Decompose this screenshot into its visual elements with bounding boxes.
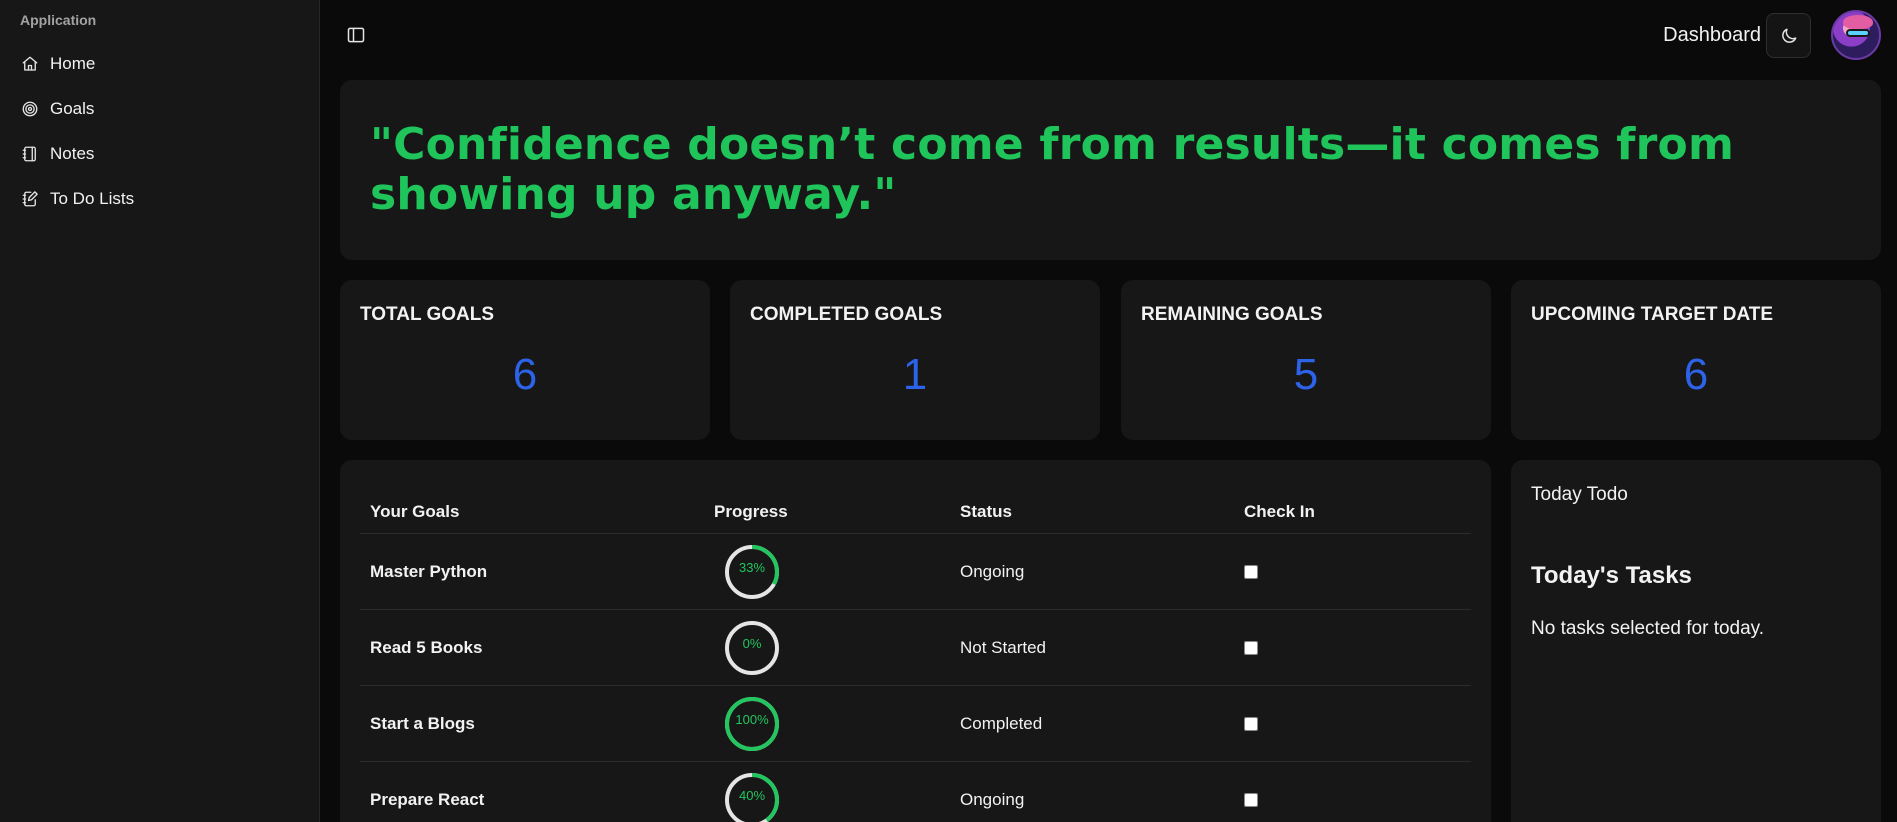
todays-tasks-heading: Today's Tasks (1531, 562, 1692, 589)
sidebar-nav: Home Goals Notes To Do Lists (8, 41, 312, 221)
progress-label: 33% (738, 560, 766, 575)
goal-name: Start a Blogs (370, 713, 475, 733)
stat-card-total-goals: TOTAL GOALS 6 (340, 280, 710, 440)
table-row[interactable]: Master Python 33% Ongoing (360, 534, 1471, 610)
table-row[interactable]: Prepare React 40% Ongoing (360, 762, 1471, 822)
goal-status: Not Started (960, 637, 1046, 657)
progress-ring: 100% (724, 696, 780, 752)
stat-value: 6 (1683, 350, 1709, 399)
home-icon (20, 54, 40, 74)
notebook-icon (20, 144, 40, 164)
progress-ring: 0% (724, 620, 780, 676)
sidebar-group-label: Application (20, 12, 97, 28)
empty-tasks-message: No tasks selected for today. (1531, 618, 1765, 639)
progress-label: 0% (742, 636, 762, 651)
notebook-pen-icon (20, 189, 40, 209)
check-in-checkbox[interactable] (1244, 640, 1258, 655)
stat-card-remaining-goals: REMAINING GOALS 5 (1121, 280, 1491, 440)
column-header-progress: Progress (714, 501, 788, 521)
sidebar-item-label: Notes (50, 143, 95, 163)
sidebar-item-todo-lists[interactable]: To Do Lists (8, 176, 312, 221)
stat-value: 1 (902, 350, 928, 399)
column-header-status: Status (960, 501, 1012, 521)
goals-table: Your Goals Progress Status Check In Mast… (360, 490, 1471, 822)
stat-title: COMPLETED GOALS (750, 304, 943, 325)
goal-status: Completed (960, 713, 1043, 733)
table-row[interactable]: Start a Blogs 100% Completed (360, 686, 1471, 762)
quote-card: "Confidence doesn’t come from results—it… (340, 80, 1881, 260)
goal-status: Ongoing (960, 561, 1025, 581)
progress-ring: 40% (724, 772, 780, 822)
sidebar-item-goals[interactable]: Goals (8, 86, 312, 131)
goal-name: Read 5 Books (370, 637, 483, 657)
sidebar-item-home[interactable]: Home (8, 41, 312, 86)
sidebar-item-label: To Do Lists (50, 188, 135, 208)
check-in-cell (1244, 716, 1471, 731)
theme-toggle-button[interactable] (1766, 13, 1811, 58)
avatar-hair (1843, 15, 1873, 29)
check-in-cell (1244, 564, 1471, 579)
check-in-cell (1244, 640, 1471, 655)
page-title: Dashboard (1663, 24, 1761, 46)
check-in-checkbox[interactable] (1244, 792, 1258, 807)
progress-cell: 33% (714, 544, 960, 600)
column-header-check-in: Check In (1244, 501, 1315, 521)
check-in-cell (1244, 792, 1471, 807)
avatar[interactable] (1831, 10, 1881, 60)
progress-cell: 0% (714, 620, 960, 676)
sidebar-item-notes[interactable]: Notes (8, 131, 312, 176)
stat-title: UPCOMING TARGET DATE (1531, 304, 1774, 325)
sidebar-toggle-button[interactable] (343, 22, 369, 48)
panel-left-icon (347, 27, 365, 43)
stat-value: 5 (1293, 350, 1319, 399)
progress-cell: 40% (714, 772, 960, 822)
todo-card-label: Today Todo (1531, 484, 1628, 505)
column-header-goals: Your Goals (370, 501, 460, 521)
stat-title: REMAINING GOALS (1141, 304, 1323, 325)
table-row[interactable]: Read 5 Books 0% Not Started (360, 610, 1471, 686)
sidebar: Application Home Goals Notes To Do Lists (0, 0, 320, 822)
motivational-quote: "Confidence doesn’t come from results—it… (370, 119, 1735, 220)
goals-table-card: Your Goals Progress Status Check In Mast… (340, 460, 1491, 822)
target-icon (20, 99, 40, 119)
sidebar-item-label: Home (50, 53, 96, 73)
goal-name: Prepare React (370, 789, 485, 809)
check-in-checkbox[interactable] (1244, 564, 1258, 579)
progress-label: 40% (738, 788, 766, 803)
today-todo-card: Today Todo Today's Tasks No tasks select… (1511, 460, 1881, 822)
avatar-glasses (1846, 29, 1870, 37)
check-in-checkbox[interactable] (1244, 716, 1258, 731)
progress-label: 100% (735, 712, 769, 727)
progress-ring: 33% (724, 544, 780, 600)
goal-status: Ongoing (960, 789, 1025, 809)
moon-icon (1781, 28, 1796, 43)
top-header: Dashboard (321, 0, 1897, 70)
progress-cell: 100% (714, 696, 960, 752)
table-header-row: Your Goals Progress Status Check In (360, 490, 1471, 534)
stat-card-upcoming-target-date: UPCOMING TARGET DATE 6 (1511, 280, 1881, 440)
stat-card-completed-goals: COMPLETED GOALS 1 (730, 280, 1100, 440)
stat-value: 6 (512, 350, 538, 399)
goal-name: Master Python (370, 561, 488, 581)
sidebar-item-label: Goals (50, 98, 95, 118)
stat-title: TOTAL GOALS (360, 304, 495, 325)
